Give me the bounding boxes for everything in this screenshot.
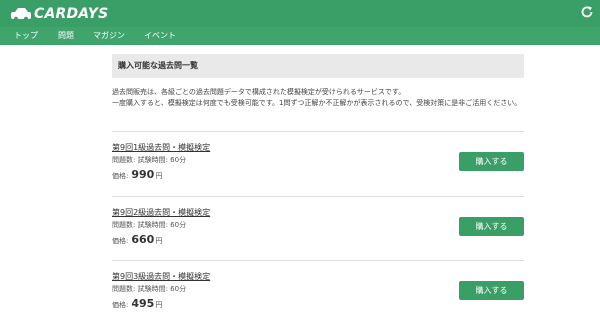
nav-item-top[interactable]: トップ [14, 30, 38, 42]
price-currency: 円 [155, 237, 163, 245]
product-meta: 問題数: 試験時間: 60分 [112, 156, 187, 164]
section-intro: 過去問販売は、各級ごとの過去問題データで構成された模擬検定が受けられるサービスで… [112, 87, 524, 109]
section-title: 購入可能な過去問一覧 [112, 54, 524, 78]
product-meta: 問題数: 試験時間: 60分 [112, 221, 187, 229]
product-item: 第9回1級過去問・模擬検定 問題数: 試験時間: 60分 価格: 990 円 購… [112, 131, 524, 196]
refresh-icon[interactable] [580, 5, 594, 19]
product-meta: 問題数: 試験時間: 60分 [112, 285, 187, 293]
product-price-row: 価格: 495 円 [112, 297, 162, 310]
product-title-link[interactable]: 第9回3級過去問・模擬検定 [112, 271, 210, 282]
product-title-link[interactable]: 第9回2級過去問・模擬検定 [112, 207, 210, 218]
buy-button[interactable]: 購入する [459, 152, 524, 171]
price-value: 495 [131, 297, 155, 310]
product-item: 第9回3級過去問・模擬検定 問題数: 試験時間: 60分 価格: 495 円 購… [112, 260, 524, 325]
logo[interactable]: CARDAYS [10, 4, 108, 24]
main-nav: トップ 問題 マガジン イベント [0, 27, 600, 45]
price-label: 価格: [112, 172, 129, 180]
product-price-row: 価格: 990 円 [112, 168, 162, 181]
nav-item-questions[interactable]: 問題 [58, 30, 74, 42]
nav-item-events[interactable]: イベント [144, 30, 176, 42]
price-label: 価格: [112, 237, 129, 245]
nav-item-magazine[interactable]: マガジン [93, 30, 125, 42]
product-price-row: 価格: 660 円 [112, 233, 162, 246]
intro-line-1: 過去問販売は、各級ごとの過去問題データで構成された模擬検定が受けられるサービスで… [112, 88, 406, 96]
price-label: 価格: [112, 301, 129, 309]
buy-button[interactable]: 購入する [459, 217, 524, 236]
past-exams-section: 購入可能な過去問一覧 過去問販売は、各級ごとの過去問題データで構成された模擬検定… [112, 54, 524, 109]
product-item: 第9回2級過去問・模擬検定 問題数: 試験時間: 60分 価格: 660 円 購… [112, 196, 524, 261]
top-header: CARDAYS [0, 0, 600, 27]
buy-button[interactable]: 購入する [459, 281, 524, 300]
logo-text: CARDAYS [34, 6, 109, 22]
price-value: 990 [131, 168, 155, 181]
product-title-link[interactable]: 第9回1級過去問・模擬検定 [112, 142, 210, 153]
price-currency: 円 [155, 172, 163, 180]
price-currency: 円 [155, 301, 163, 309]
price-value: 660 [131, 233, 155, 246]
intro-line-2: 一度購入すると、模擬検定は何度でも受検可能です。1問ずつ正解か不正解かが表示され… [112, 99, 522, 107]
car-logo-icon [11, 8, 31, 22]
